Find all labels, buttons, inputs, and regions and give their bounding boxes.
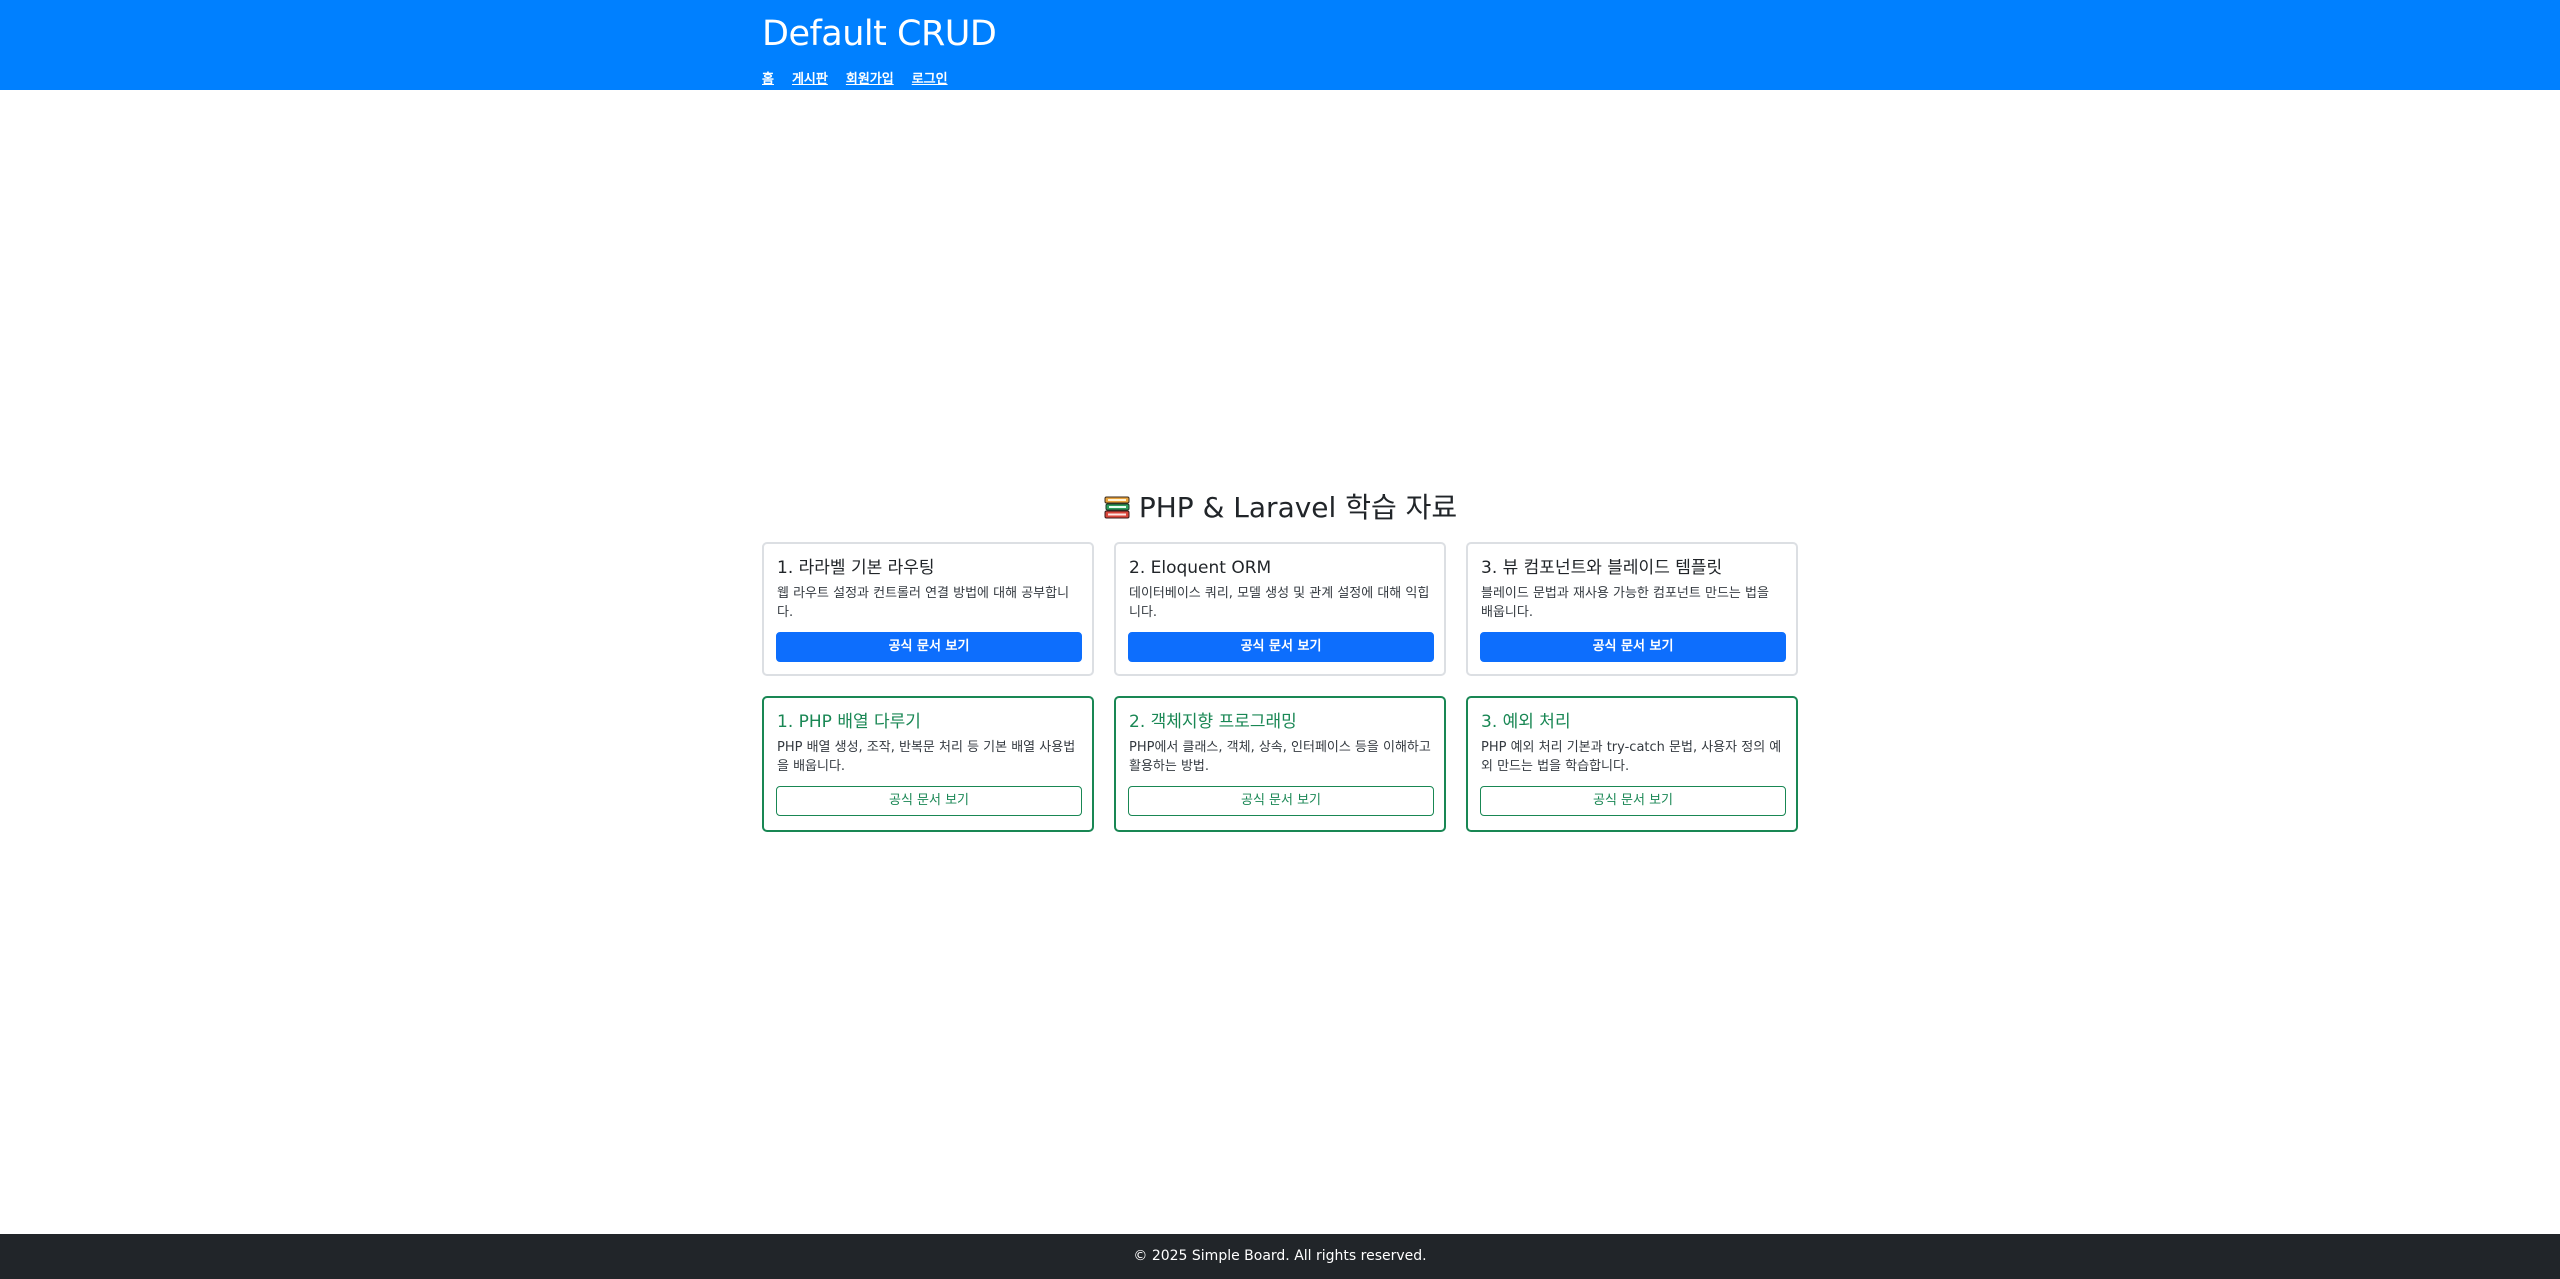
docs-button[interactable]: 공식 문서 보기 [1128, 632, 1434, 662]
card-laravel-routing: 1. 라라벨 기본 라우팅 웹 라우트 설정과 컨트롤러 연결 방법에 대해 공… [762, 542, 1094, 676]
card-blade-templates: 3. 뷰 컴포넌트와 블레이드 템플릿 블레이드 문법과 재사용 가능한 컴포넌… [1466, 542, 1798, 676]
site-title[interactable]: Default CRUD [762, 12, 997, 56]
docs-button[interactable]: 공식 문서 보기 [1480, 786, 1786, 816]
card-eloquent-orm: 2. Eloquent ORM 데이터베이스 쿼리, 모델 생성 및 관계 설정… [1114, 542, 1446, 676]
docs-button[interactable]: 공식 문서 보기 [776, 632, 1082, 662]
section-title-text: PHP & Laravel 학습 자료 [1138, 491, 1458, 524]
card-title: 2. 객체지향 프로그래밍 [1129, 712, 1297, 732]
footer-copyright: © 2025 Simple Board. All rights reserved… [1133, 1248, 1427, 1264]
card-text: 데이터베이스 쿼리, 모델 생성 및 관계 설정에 대해 익힙니다. [1129, 586, 1430, 620]
nav-link-signup[interactable]: 회원가입 [846, 68, 894, 87]
card-php-exceptions: 3. 예외 처리 PHP 예외 처리 기본과 try-catch 문법, 사용자… [1466, 696, 1798, 832]
nav-link-login[interactable]: 로그인 [912, 68, 948, 87]
nav-link-board[interactable]: 게시판 [792, 68, 828, 87]
site-header: Default CRUD 홈 게시판 회원가입 로그인 [0, 0, 2560, 90]
main-nav: 홈 게시판 회원가입 로그인 [762, 68, 996, 87]
nav-link-home[interactable]: 홈 [762, 68, 774, 87]
card-text: PHP에서 클래스, 객체, 상속, 인터페이스 등을 이해하고 활용하는 방법… [1129, 740, 1431, 774]
books-icon [1103, 493, 1131, 533]
card-php-oop: 2. 객체지향 프로그래밍 PHP에서 클래스, 객체, 상속, 인터페이스 등… [1114, 696, 1446, 832]
docs-button[interactable]: 공식 문서 보기 [1480, 632, 1786, 662]
card-title: 2. Eloquent ORM [1129, 558, 1272, 578]
docs-button[interactable]: 공식 문서 보기 [776, 786, 1082, 816]
header-container: Default CRUD 홈 게시판 회원가입 로그인 [762, 12, 997, 87]
card-text: 블레이드 문법과 재사용 가능한 컴포넌트 만드는 법을 배웁니다. [1481, 586, 1769, 620]
site-footer: © 2025 Simple Board. All rights reserved… [0, 1234, 2560, 1279]
card-title: 3. 뷰 컴포넌트와 블레이드 템플릿 [1481, 558, 1723, 578]
card-text: PHP 예외 처리 기본과 try-catch 문법, 사용자 정의 예외 만드… [1481, 740, 1782, 774]
card-title: 1. 라라벨 기본 라우팅 [777, 558, 935, 578]
card-text: PHP 배열 생성, 조작, 반복문 처리 등 기본 배열 사용법을 배웁니다. [777, 740, 1076, 774]
card-text: 웹 라우트 설정과 컨트롤러 연결 방법에 대해 공부합니다. [777, 586, 1070, 620]
docs-button[interactable]: 공식 문서 보기 [1128, 786, 1434, 816]
card-php-arrays: 1. PHP 배열 다루기 PHP 배열 생성, 조작, 반복문 처리 등 기본… [762, 696, 1094, 832]
section-title: PHP & Laravel 학습 자료 [0, 488, 2560, 533]
card-title: 1. PHP 배열 다루기 [777, 712, 921, 732]
card-title: 3. 예외 처리 [1481, 712, 1571, 732]
